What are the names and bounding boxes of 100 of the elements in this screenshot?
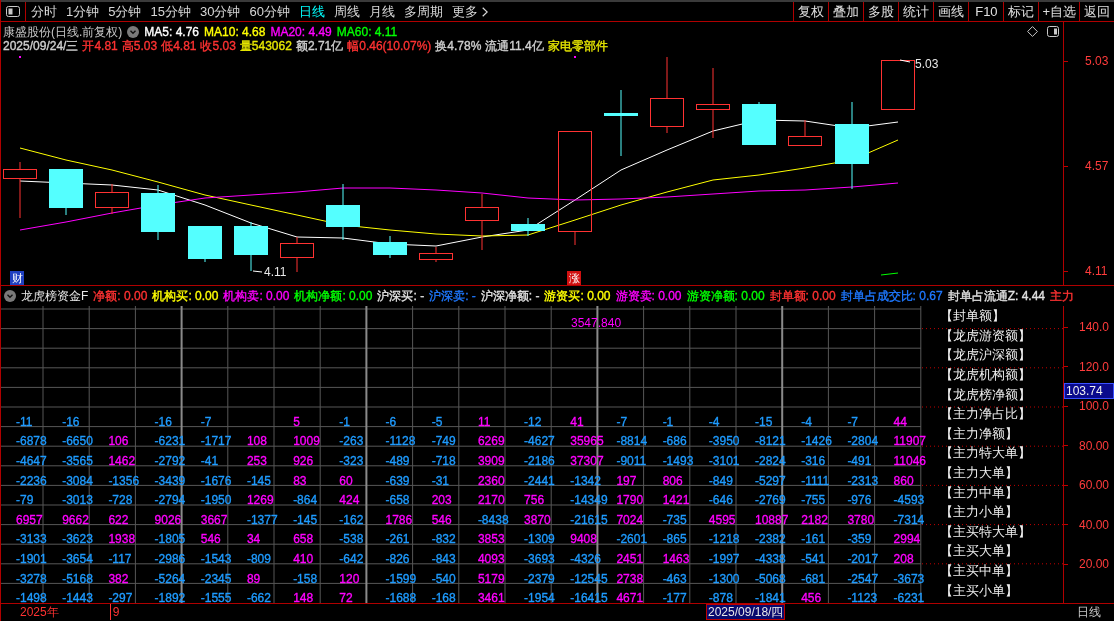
indicator-reading: 封单额: 0.00 bbox=[769, 289, 836, 303]
data-value: 35965 bbox=[570, 434, 604, 449]
diamond-icon[interactable] bbox=[1027, 26, 1038, 37]
legend-label[interactable]: 【主买大单】 bbox=[940, 543, 1018, 559]
panel-toggle-icon[interactable] bbox=[1047, 26, 1059, 37]
data-value: 9026 bbox=[154, 512, 182, 527]
period-tab[interactable]: 日线 bbox=[298, 4, 325, 19]
data-value: -2017 bbox=[847, 551, 879, 566]
data-value: -7 bbox=[200, 414, 212, 429]
data-value: -8814 bbox=[616, 434, 648, 449]
data-value: -1493 bbox=[662, 454, 694, 468]
legend-label[interactable]: 【主力大单】 bbox=[940, 465, 1018, 481]
data-value: 4671 bbox=[616, 591, 644, 606]
data-value: 2182 bbox=[801, 512, 828, 527]
legend-label[interactable]: 【封单额】 bbox=[940, 308, 1005, 324]
data-value: -2824 bbox=[755, 454, 786, 468]
data-value: -3013 bbox=[62, 493, 93, 508]
legend-label[interactable]: 【龙虎游资额】 bbox=[940, 327, 1031, 343]
period-tab[interactable]: 月线 bbox=[368, 4, 395, 19]
data-value: -865 bbox=[662, 532, 687, 547]
data-value: -4338 bbox=[755, 551, 786, 566]
indicator-reading: 沪深卖: - bbox=[429, 289, 476, 303]
data-value: -3654 bbox=[62, 551, 93, 566]
period-tab[interactable]: 5分钟 bbox=[108, 4, 142, 19]
data-value: 3780 bbox=[847, 512, 875, 527]
data-value: -2379 bbox=[524, 571, 555, 586]
sidebar-toggle-icon[interactable] bbox=[6, 6, 20, 17]
toolbar-button[interactable]: 画线 bbox=[933, 2, 969, 21]
axis-label: 140.0 bbox=[1079, 320, 1110, 334]
toolbar-button[interactable]: 统计 bbox=[898, 2, 934, 21]
data-value: -1555 bbox=[200, 591, 232, 606]
legend-label[interactable]: 【龙虎沪深额】 bbox=[940, 347, 1031, 363]
data-value: -755 bbox=[801, 493, 826, 508]
data-value: -3084 bbox=[62, 473, 93, 488]
data-value: 11046 bbox=[893, 454, 927, 468]
legend-label[interactable]: 【主买特大单】 bbox=[940, 523, 1031, 539]
data-value: -832 bbox=[431, 532, 456, 547]
toolbar-button[interactable]: F10 bbox=[968, 2, 1004, 21]
data-value: -3673 bbox=[893, 571, 925, 586]
month-label: 9 bbox=[109, 604, 120, 620]
period-tab[interactable]: 分时 bbox=[31, 4, 57, 19]
data-value: -16415 bbox=[570, 591, 608, 606]
legend-label[interactable]: 【龙虎机构额】 bbox=[940, 367, 1031, 383]
legend-label[interactable]: 【主力净占比】 bbox=[940, 406, 1031, 422]
period-tab[interactable]: 60分钟 bbox=[249, 4, 290, 19]
data-value: 926 bbox=[293, 454, 314, 468]
period-tab[interactable]: 15分钟 bbox=[150, 4, 191, 19]
period-tab[interactable]: 多周期 bbox=[403, 4, 443, 19]
moving-average-reading: MA60: 4.11 bbox=[336, 24, 398, 39]
data-value: -3101 bbox=[708, 454, 740, 468]
data-value: -2382 bbox=[755, 532, 786, 547]
toolbar-button[interactable]: 复权 bbox=[793, 2, 829, 21]
legend-label[interactable]: 【主力小单】 bbox=[940, 504, 1018, 520]
data-value: 208 bbox=[893, 551, 914, 566]
legend-label[interactable]: 【主力净额】 bbox=[940, 425, 1018, 441]
data-value: -3278 bbox=[16, 571, 47, 586]
data-value: -1950 bbox=[200, 493, 232, 508]
legend-label[interactable]: 【主力中单】 bbox=[940, 484, 1018, 500]
indicator-title: 龙虎榜资金F bbox=[21, 289, 89, 303]
data-value: -1498 bbox=[16, 591, 47, 606]
moving-average-reading: MA5: 4.76 bbox=[144, 24, 200, 39]
indicator-reading: 机构净额: 0.00 bbox=[294, 289, 373, 303]
data-value: 11 bbox=[477, 414, 491, 429]
period-tab[interactable]: 1分钟 bbox=[66, 4, 100, 19]
toolbar-button[interactable]: 叠加 bbox=[828, 2, 864, 21]
legend-label[interactable]: 【龙虎榜净额】 bbox=[940, 386, 1031, 402]
toolbar-button[interactable]: 多股 bbox=[863, 2, 899, 21]
toolbar-button[interactable]: +自选 bbox=[1038, 2, 1079, 21]
data-value: -491 bbox=[847, 454, 872, 468]
chevron-down-circle-icon[interactable] bbox=[4, 290, 16, 302]
period-tab[interactable]: 30分钟 bbox=[199, 4, 241, 19]
data-value: -41 bbox=[200, 454, 219, 468]
data-value: -79 bbox=[16, 493, 34, 508]
data-value: -1543 bbox=[200, 551, 232, 566]
period-tab[interactable]: 更多 bbox=[451, 4, 488, 19]
data-value: -1901 bbox=[16, 551, 47, 566]
data-value: -1218 bbox=[708, 532, 740, 547]
toolbar-button[interactable]: 返回 bbox=[1079, 2, 1114, 21]
legend-label[interactable]: 【主买小单】 bbox=[940, 582, 1018, 598]
data-value: -1954 bbox=[524, 591, 555, 606]
value-label: 3547.840 bbox=[571, 316, 622, 330]
toolbar-button[interactable]: 标记 bbox=[1003, 2, 1039, 21]
data-value: -3693 bbox=[524, 551, 555, 566]
data-value: -1111 bbox=[801, 473, 830, 488]
cursor-date-label: 2025/09/18/四 bbox=[706, 604, 786, 620]
data-value: -31 bbox=[431, 473, 450, 488]
data-value: 6269 bbox=[477, 434, 505, 449]
legend-label[interactable]: 【主买中单】 bbox=[940, 563, 1018, 578]
axis-label: 120.0 bbox=[1079, 359, 1110, 374]
legend-label[interactable]: 【主力特大单】 bbox=[940, 445, 1031, 461]
data-value: 60 bbox=[339, 473, 353, 488]
quote-text: 额2.71亿 bbox=[295, 38, 344, 53]
quote-text: 开4.81 bbox=[82, 38, 118, 53]
axis-label: 40.00 bbox=[1079, 517, 1110, 532]
data-value: 6957 bbox=[16, 512, 43, 527]
chevron-down-circle-icon[interactable] bbox=[127, 25, 140, 38]
data-value: 3667 bbox=[200, 512, 228, 527]
period-tab[interactable]: 周线 bbox=[333, 4, 360, 19]
data-value: -662 bbox=[246, 591, 271, 606]
axis-label: 20.00 bbox=[1079, 557, 1110, 571]
